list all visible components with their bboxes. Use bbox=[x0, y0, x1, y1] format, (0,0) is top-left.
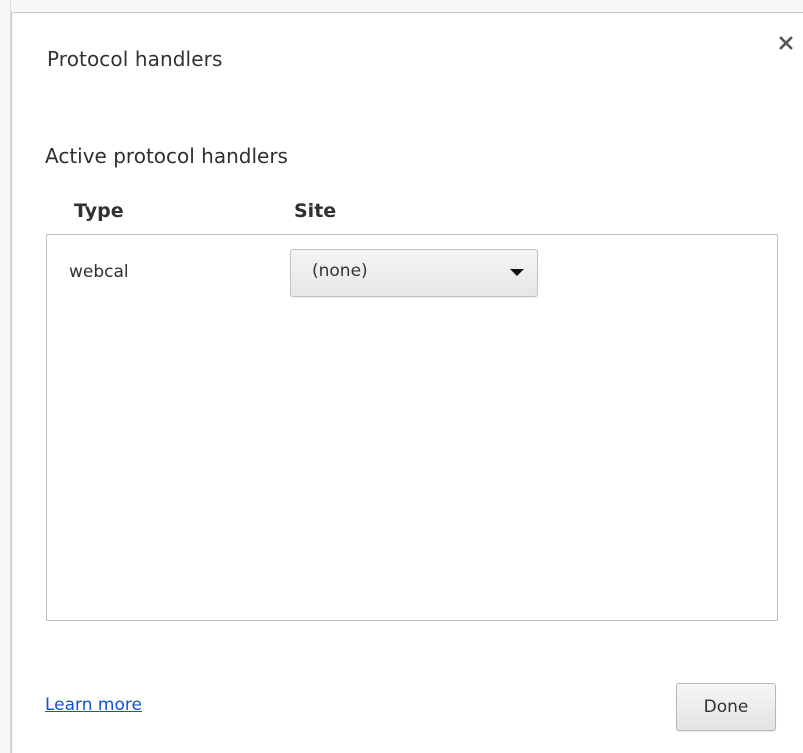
close-icon bbox=[779, 35, 793, 54]
site-select[interactable]: (none) bbox=[290, 249, 538, 297]
protocol-handlers-dialog: Protocol handlers Active protocol handle… bbox=[11, 12, 803, 753]
learn-more-link[interactable]: Learn more bbox=[45, 695, 142, 715]
site-select-value: (none) bbox=[312, 261, 368, 281]
handlers-list: webcal (none) bbox=[46, 234, 778, 621]
column-header-site: Site bbox=[294, 200, 337, 222]
dialog-title: Protocol handlers bbox=[47, 47, 223, 71]
handler-type: webcal bbox=[69, 262, 129, 282]
close-button[interactable] bbox=[774, 32, 798, 56]
handler-row: webcal (none) bbox=[47, 249, 777, 301]
dropdown-arrow-icon bbox=[510, 269, 524, 276]
column-header-type: Type bbox=[74, 200, 124, 222]
section-heading: Active protocol handlers bbox=[45, 144, 288, 168]
done-button[interactable]: Done bbox=[676, 683, 776, 731]
